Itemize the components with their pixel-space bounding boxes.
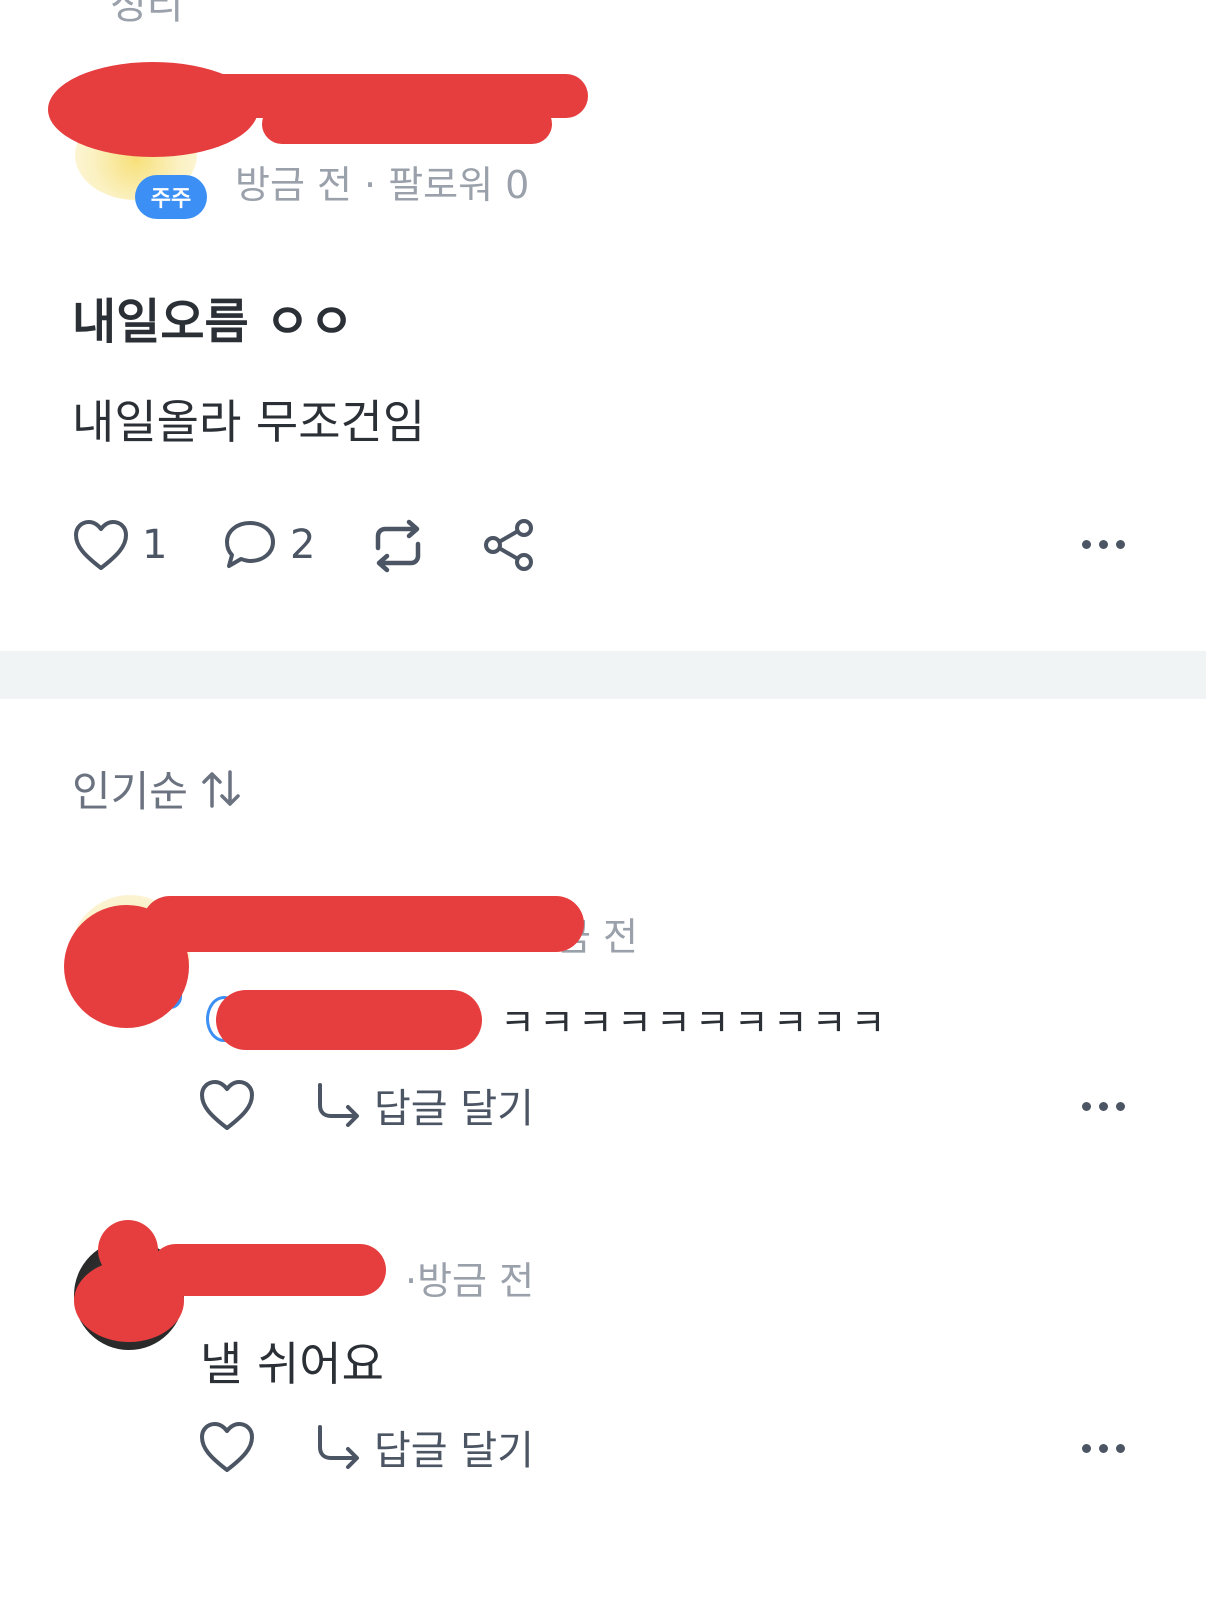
post-more-button[interactable] xyxy=(1082,540,1125,549)
post-body: 내일올라 무조건임 xyxy=(72,395,426,449)
reply-label: 답글 달기 xyxy=(374,1428,534,1474)
post-meta: 방금 전 · 팔로워 0 xyxy=(235,163,530,207)
sort-toggle[interactable]: 인기순 xyxy=(72,758,244,819)
repost-icon xyxy=(375,519,421,573)
comment-count: 2 xyxy=(290,522,316,568)
sort-label: 인기순 xyxy=(72,767,188,816)
heart-icon xyxy=(200,1080,254,1130)
comment-more-button[interactable] xyxy=(1082,1444,1125,1453)
comment-text: ㅋㅋㅋㅋㅋㅋㅋㅋㅋㅋ xyxy=(500,1001,890,1045)
redaction-mark xyxy=(150,1244,386,1296)
post-title: 내일오름 ㅇㅇ xyxy=(72,294,354,350)
heart-icon xyxy=(200,1422,254,1472)
comment-meta: ·방금 전 xyxy=(405,1259,535,1303)
redaction-mark xyxy=(262,104,552,144)
sort-arrows-icon xyxy=(202,769,240,808)
author-badge: 주주 xyxy=(135,175,207,219)
redaction-mark xyxy=(98,1220,158,1280)
heart-icon xyxy=(74,520,128,570)
reply-button[interactable]: 답글 달기 xyxy=(312,1076,534,1134)
share-button[interactable] xyxy=(480,516,538,574)
redaction-mark xyxy=(216,990,482,1050)
comment-text: 낼 쉬어요 xyxy=(200,1337,384,1391)
reply-button[interactable]: 답글 달기 xyxy=(312,1418,534,1476)
like-button[interactable]: 1 xyxy=(72,518,167,572)
repost-button[interactable] xyxy=(366,518,430,574)
comment-like-button[interactable] xyxy=(198,1078,256,1136)
comment-button[interactable]: 2 xyxy=(222,518,315,572)
chat-bubble-icon xyxy=(225,521,275,568)
comment-more-button[interactable] xyxy=(1082,1102,1125,1111)
share-icon xyxy=(484,519,533,571)
previous-content-cut-text: 정리 xyxy=(110,0,184,28)
more-horizontal-icon xyxy=(1082,540,1091,549)
reply-arrow-icon xyxy=(318,1425,359,1469)
more-horizontal-icon xyxy=(1082,1102,1091,1111)
reply-label: 답글 달기 xyxy=(374,1086,534,1132)
redaction-mark xyxy=(142,896,584,952)
comment-like-button[interactable] xyxy=(198,1420,256,1478)
reply-arrow-icon xyxy=(318,1083,359,1127)
more-horizontal-icon xyxy=(1082,1444,1091,1453)
like-count: 1 xyxy=(142,522,168,568)
section-divider xyxy=(0,651,1206,699)
